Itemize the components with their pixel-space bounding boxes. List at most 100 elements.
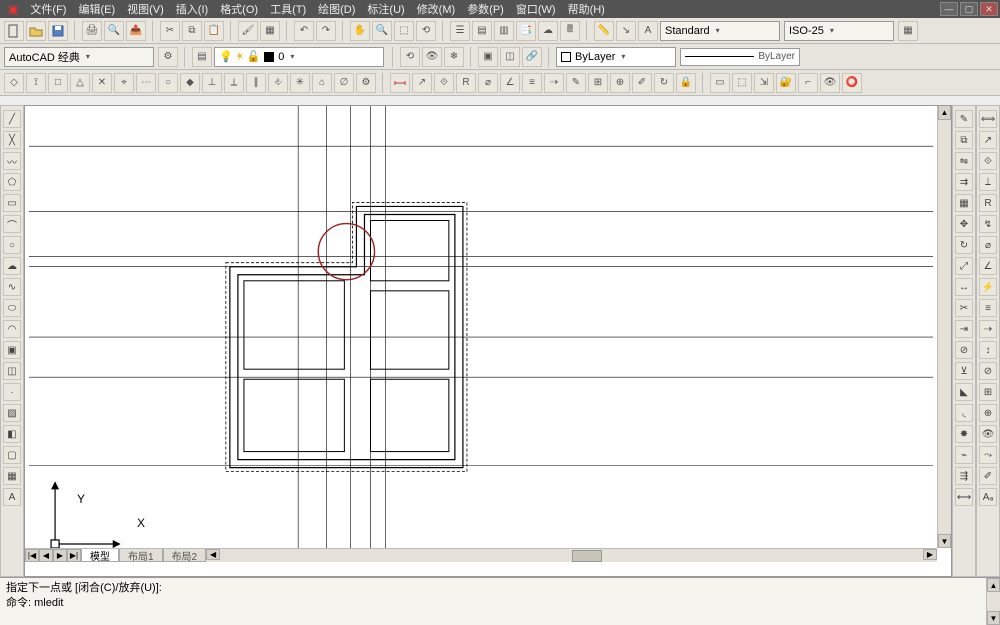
layer-prev-icon[interactable]: ⟲ [400, 47, 420, 67]
dim-diameter-icon[interactable]: ⌀ [478, 73, 498, 93]
dim-baseline2-icon[interactable]: ≡ [979, 299, 997, 317]
text-style-icon[interactable]: A [638, 21, 658, 41]
publish-icon[interactable]: 📤 [126, 21, 146, 41]
zoom-prev-icon[interactable]: ⟲ [416, 21, 436, 41]
tab-model[interactable]: 模型 [81, 549, 119, 562]
tab-next-button[interactable]: ▶ [53, 549, 67, 562]
centermark-icon[interactable]: ⊕ [979, 404, 997, 422]
insert-block-icon[interactable]: ▣ [3, 341, 21, 359]
dim-baseline-icon[interactable]: ≡ [522, 73, 542, 93]
tab-layout1[interactable]: 布局1 [119, 549, 163, 562]
xline-icon[interactable]: ╳ [3, 131, 21, 149]
mirror-icon[interactable]: ⇋ [955, 152, 973, 170]
dim-arc-icon[interactable]: ⟐ [434, 73, 454, 93]
osnap-ins-icon[interactable]: ⎀ [268, 73, 288, 93]
jogged-linear-icon[interactable]: ⤳ [979, 446, 997, 464]
3dorbit-icon[interactable]: ⭕ [842, 73, 862, 93]
undo-icon[interactable]: ↶ [294, 21, 314, 41]
osnap-near-icon[interactable]: ⌂ [312, 73, 332, 93]
zoom-realtime-icon[interactable]: 🔍 [372, 21, 392, 41]
workspace-combo[interactable]: AutoCAD 经典▾ [4, 47, 154, 67]
table-icon[interactable]: ▦ [3, 467, 21, 485]
redo-icon[interactable]: ↷ [316, 21, 336, 41]
make-block-icon[interactable]: ◫ [3, 362, 21, 380]
join-icon[interactable]: ⊻ [955, 362, 973, 380]
spline-icon[interactable]: ∿ [3, 278, 21, 296]
scroll-right-icon[interactable]: ▶ [923, 549, 937, 560]
scroll-down-icon[interactable]: ▼ [938, 534, 951, 548]
scroll-left-icon[interactable]: ◀ [206, 549, 220, 560]
make-block-icon[interactable]: ◫ [500, 47, 520, 67]
osnap-perp-icon[interactable]: ⟂ [224, 73, 244, 93]
close-button[interactable]: ✕ [980, 2, 998, 16]
osnap-cen-icon[interactable]: ○ [158, 73, 178, 93]
chamfer-icon[interactable]: ◣ [955, 383, 973, 401]
menu-help[interactable]: 帮助(H) [562, 1, 611, 17]
layer-iso-icon[interactable]: 👁 [422, 47, 442, 67]
offset-icon[interactable]: ⇉ [955, 173, 973, 191]
dimstyle-icon[interactable]: Aₐ [979, 488, 997, 506]
dim-arc2-icon[interactable]: ⟐ [979, 152, 997, 170]
dim-tolerance-icon[interactable]: ⊞ [588, 73, 608, 93]
hscroll-thumb[interactable] [572, 550, 602, 562]
open-icon[interactable] [26, 21, 46, 41]
scroll-up-icon[interactable]: ▲ [938, 106, 951, 120]
dim-break-icon[interactable]: ⊘ [979, 362, 997, 380]
menu-tools[interactable]: 工具(T) [264, 1, 312, 17]
command-line[interactable]: 指定下一点或 [闭合(C)/放弃(U)]: 命令: mledit ▲ ▼ [0, 577, 1000, 625]
dim-center-icon[interactable]: ⊕ [610, 73, 630, 93]
array-icon[interactable]: ▦ [955, 194, 973, 212]
dim-jogged-icon[interactable]: ↯ [979, 215, 997, 233]
plot-preview-icon[interactable]: 🔍 [104, 21, 124, 41]
menu-draw[interactable]: 绘图(D) [312, 1, 361, 17]
rotate-icon[interactable]: ↻ [955, 236, 973, 254]
layer-combo[interactable]: 💡 ☀ 🔓 0 ▾ [214, 47, 384, 67]
dim-aligned2-icon[interactable]: ↗ [979, 131, 997, 149]
cmd-scroll-down-icon[interactable]: ▼ [987, 611, 1000, 625]
cmd-scroll-up-icon[interactable]: ▲ [987, 578, 1000, 592]
extend-icon[interactable]: ⇥ [955, 320, 973, 338]
pan-icon[interactable]: ✋ [350, 21, 370, 41]
tab-prev-button[interactable]: ◀ [39, 549, 53, 562]
quickcalc-icon[interactable]: 🖩 [560, 21, 580, 41]
osnap-node-icon[interactable]: ✳ [290, 73, 310, 93]
tab-first-button[interactable]: |◀ [25, 549, 39, 562]
lengthen-icon[interactable]: ⟷ [955, 488, 973, 506]
dim-space-icon[interactable]: ↕ [979, 341, 997, 359]
ruler-icon[interactable]: 📏 [594, 21, 614, 41]
zoom-window-icon[interactable]: ⬚ [394, 21, 414, 41]
dim-aligned-icon[interactable]: ↗ [412, 73, 432, 93]
dim-linear-icon[interactable] [390, 73, 410, 93]
hatch-icon[interactable]: ▨ [3, 404, 21, 422]
paste-icon[interactable]: 📋 [204, 21, 224, 41]
cut-icon[interactable]: ✂ [160, 21, 180, 41]
tab-last-button[interactable]: ▶| [67, 549, 81, 562]
viewport-clip-icon[interactable]: ⬚ [732, 73, 752, 93]
markup-icon[interactable]: ☁ [538, 21, 558, 41]
dim-edit-icon[interactable]: ✐ [632, 73, 652, 93]
viewport-icon[interactable]: ▭ [710, 73, 730, 93]
lineweight-combo[interactable]: ByLayer [680, 48, 800, 66]
drawing-canvas[interactable]: Y X [25, 106, 937, 548]
pedit-icon[interactable]: ⌁ [955, 446, 973, 464]
color-combo[interactable]: ByLayer ▾ [556, 47, 676, 67]
osnap-end-icon[interactable]: □ [48, 73, 68, 93]
properties-icon[interactable]: ☰ [450, 21, 470, 41]
ellipse-icon[interactable]: ⬭ [3, 299, 21, 317]
dim-radius-icon[interactable]: R [456, 73, 476, 93]
arc-icon[interactable]: ⌒ [3, 215, 21, 233]
osnap-tan-icon[interactable]: ⊥ [202, 73, 222, 93]
table-style-icon[interactable]: ▦ [898, 21, 918, 41]
menu-dim[interactable]: 标注(U) [361, 1, 410, 17]
designcenter-icon[interactable]: ▤ [472, 21, 492, 41]
copy-obj-icon[interactable]: ⧉ [955, 131, 973, 149]
block-insert-icon[interactable]: ▣ [478, 47, 498, 67]
dim-angle2-icon[interactable]: ∠ [979, 257, 997, 275]
osnap-temp-icon[interactable]: ◇ [4, 73, 24, 93]
dim-diameter2-icon[interactable]: ⌀ [979, 236, 997, 254]
dim-quick-icon[interactable]: ⚡ [979, 278, 997, 296]
osnap-appint-icon[interactable]: ⌖ [114, 73, 134, 93]
tab-layout2[interactable]: 布局2 [163, 549, 207, 562]
sheetset-icon[interactable]: 📑 [516, 21, 536, 41]
stretch-icon[interactable]: ↔ [955, 278, 973, 296]
